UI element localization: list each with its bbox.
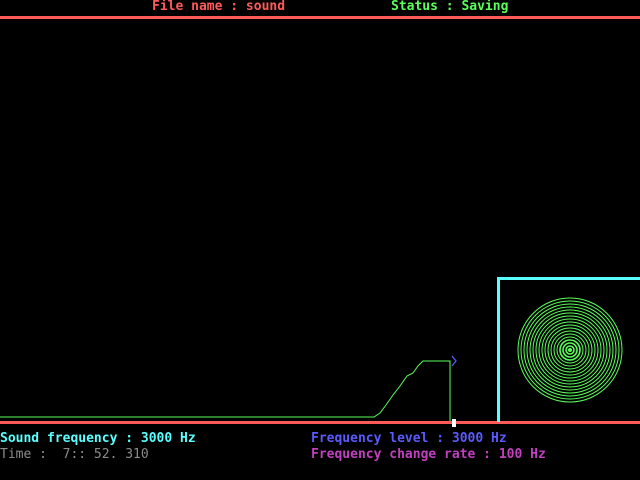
playhead-tick: [452, 419, 456, 427]
time-label: Time : 7:: 52. 310: [0, 447, 149, 462]
frequency-change-rate-label: Frequency change rate : 100 Hz: [311, 447, 546, 462]
file-name-label: File name : sound: [152, 0, 286, 14]
playhead-marker-icon: [451, 355, 457, 367]
status-label: Status : Saving: [391, 0, 509, 14]
sound-frequency-label: Sound frequency : 3000 Hz: [0, 431, 196, 446]
speaker-cone-icon: [517, 297, 623, 403]
waveform-trace: [0, 360, 451, 421]
footer-rule: [0, 421, 640, 424]
sound-visualizer-canvas: [0, 16, 640, 427]
speaker-center-dot: [568, 348, 572, 352]
header-rule: [0, 16, 640, 19]
frequency-level-label: Frequency level : 3000 Hz: [311, 431, 507, 446]
